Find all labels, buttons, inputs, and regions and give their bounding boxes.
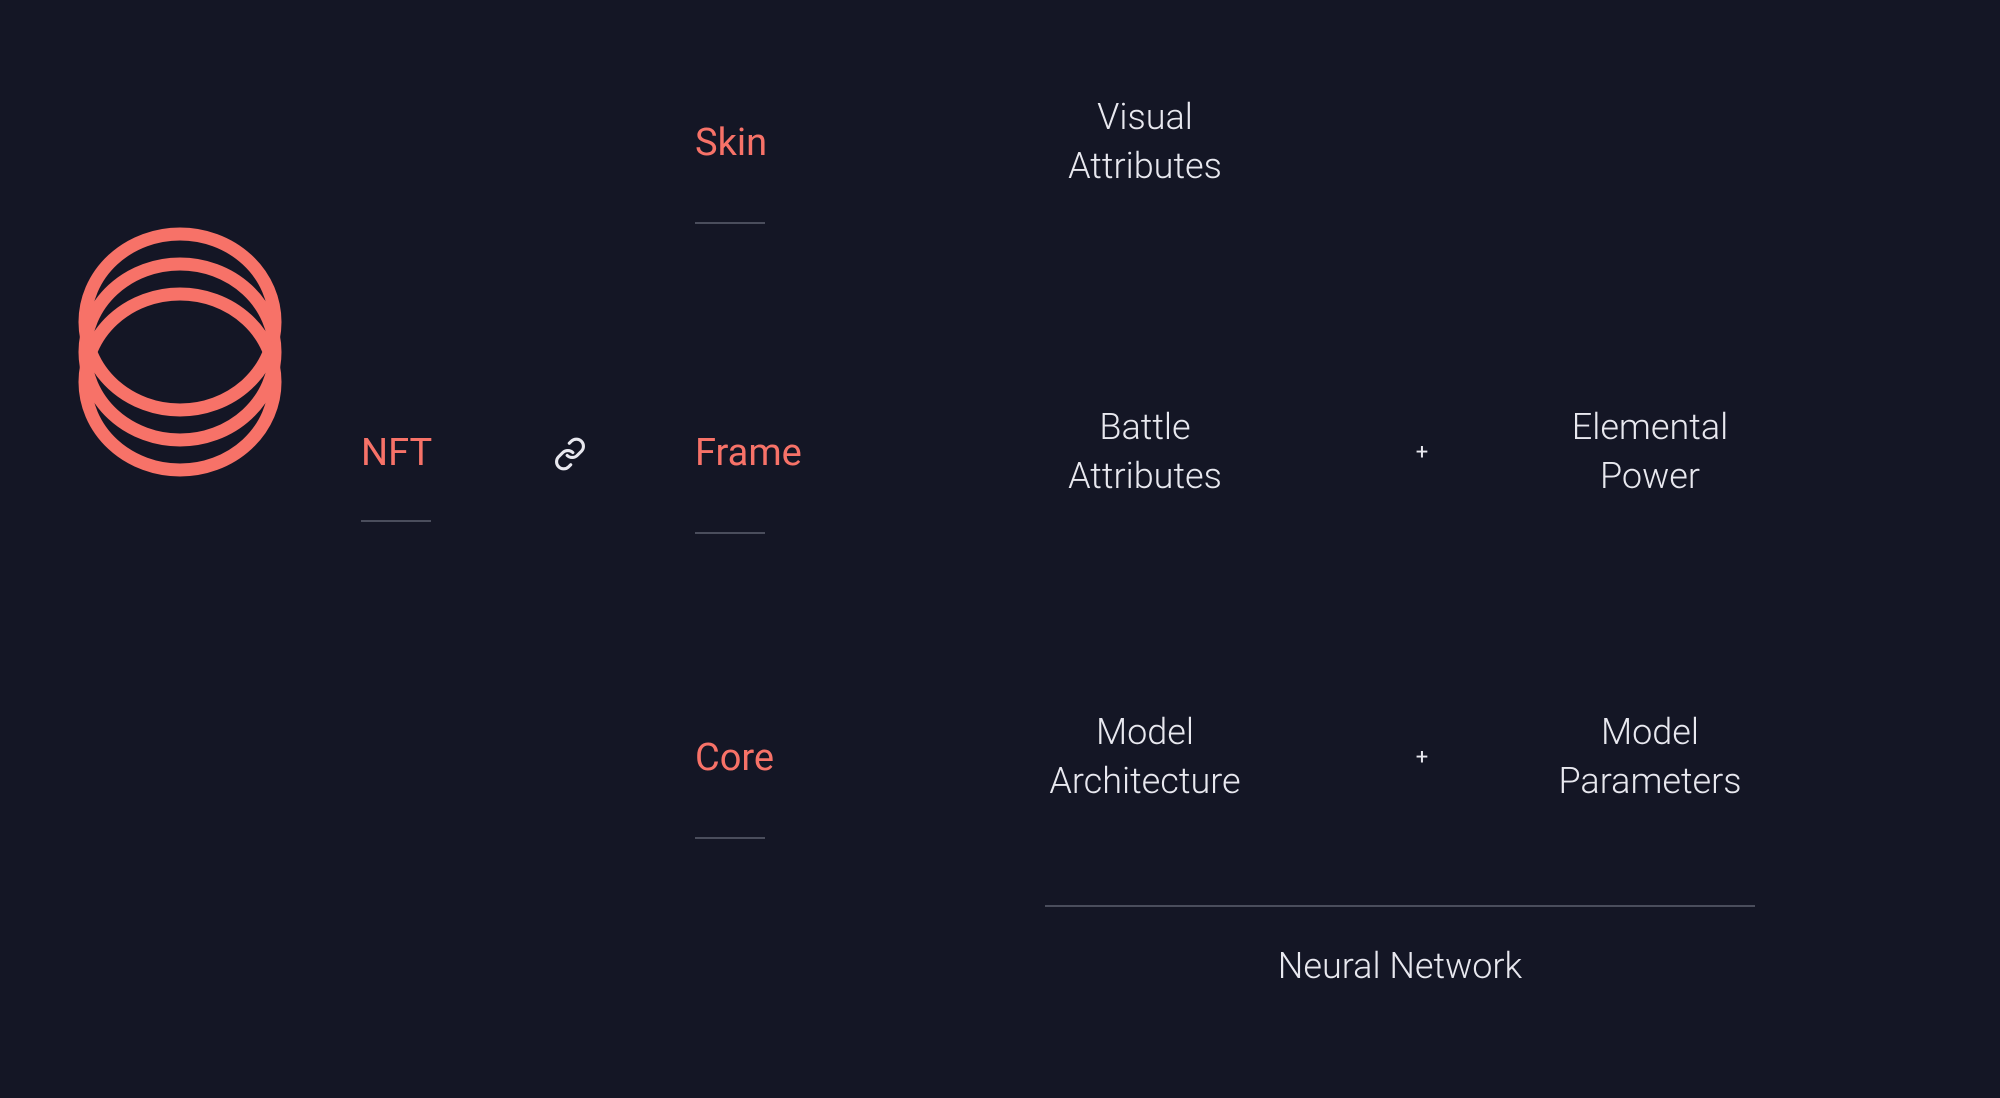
core-attribute-parameters: Model Parameters	[1505, 708, 1795, 805]
skin-attr-line1: Visual	[1097, 96, 1193, 138]
logo-rings-icon	[70, 220, 290, 489]
frame-attribute-battle: Battle Attributes	[1000, 403, 1290, 500]
core-attribute-architecture: Model Architecture	[1000, 708, 1290, 805]
frame-attr2-line1: Elemental	[1572, 406, 1728, 448]
core-attr2-line1: Model	[1601, 711, 1699, 753]
frame-attribute-elemental: Elemental Power	[1505, 403, 1795, 500]
skin-attr-line2: Attributes	[1068, 145, 1222, 187]
plus-icon: +	[1407, 745, 1437, 770]
nft-divider	[361, 520, 431, 522]
core-attr1-line2: Architecture	[1049, 760, 1240, 802]
frame-divider	[695, 532, 765, 534]
layer-heading-frame: Frame	[695, 430, 802, 478]
chain-link-icon	[553, 437, 587, 479]
core-attr2-line2: Parameters	[1558, 760, 1741, 802]
layer-heading-core: Core	[695, 735, 774, 783]
neural-network-divider	[1045, 905, 1755, 907]
skin-divider	[695, 222, 765, 224]
frame-attr1-line2: Attributes	[1068, 455, 1222, 497]
nft-label: NFT	[361, 430, 432, 478]
plus-icon: +	[1407, 440, 1437, 465]
layer-heading-skin: Skin	[695, 120, 767, 168]
diagram-stage: NFT Skin Visual Attributes Frame Battle …	[0, 0, 2000, 1098]
skin-attribute-visual: Visual Attributes	[1000, 93, 1290, 190]
frame-attr2-line2: Power	[1600, 455, 1700, 497]
neural-network-label: Neural Network	[1045, 945, 1755, 987]
core-attr1-line1: Model	[1096, 711, 1194, 753]
core-divider	[695, 837, 765, 839]
frame-attr1-line1: Battle	[1099, 406, 1190, 448]
